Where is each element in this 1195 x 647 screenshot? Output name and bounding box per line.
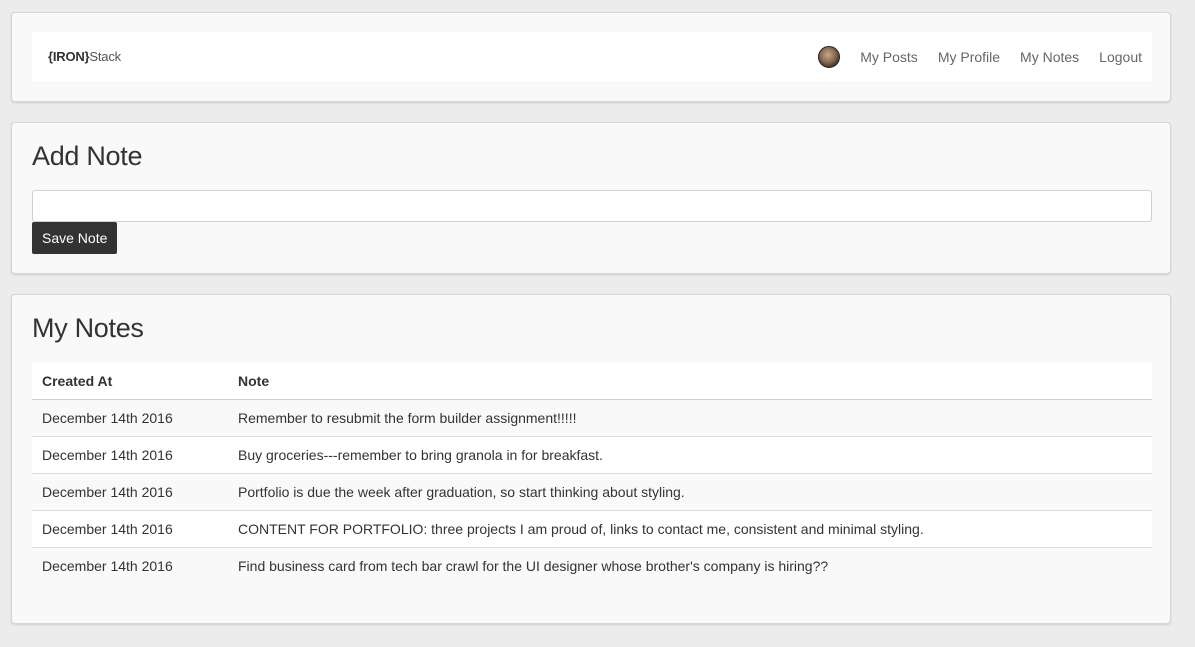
column-header-note: Note: [228, 362, 1152, 400]
note-cell: Remember to resubmit the form builder as…: [228, 399, 1152, 437]
nav-links: My Posts My Profile My Notes Logout: [818, 45, 1142, 68]
created-at-cell: December 14th 2016: [32, 473, 228, 511]
navbar-panel: {IRON}Stack My Posts My Profile My Notes…: [11, 12, 1171, 102]
created-at-cell: December 14th 2016: [32, 510, 228, 548]
notes-table: Created At Note December 14th 2016 Remem…: [32, 362, 1152, 584]
note-cell: Portfolio is due the week after graduati…: [228, 473, 1152, 511]
table-row: December 14th 2016 Find business card fr…: [32, 547, 1152, 584]
table-row: December 14th 2016 Buy groceries---remem…: [32, 436, 1152, 474]
note-cell: Buy groceries---remember to bring granol…: [228, 436, 1152, 474]
nav-my-posts[interactable]: My Posts: [860, 49, 918, 65]
table-row: December 14th 2016 Remember to resubmit …: [32, 399, 1152, 437]
note-cell: Find business card from tech bar crawl f…: [228, 547, 1152, 584]
nav-my-notes[interactable]: My Notes: [1020, 49, 1079, 65]
column-header-created-at: Created At: [32, 362, 228, 400]
brand-rest: Stack: [89, 49, 121, 64]
created-at-cell: December 14th 2016: [32, 399, 228, 437]
created-at-cell: December 14th 2016: [32, 436, 228, 474]
nav-logout[interactable]: Logout: [1099, 49, 1142, 65]
user-avatar-icon[interactable]: [818, 45, 841, 68]
add-note-title: Add Note: [32, 141, 143, 171]
created-at-cell: December 14th 2016: [32, 547, 228, 584]
table-header-row: Created At Note: [32, 362, 1152, 400]
add-note-panel: Add Note Save Note: [11, 122, 1171, 274]
note-input[interactable]: [32, 190, 1152, 222]
nav-my-profile[interactable]: My Profile: [938, 49, 1000, 65]
my-notes-panel: My Notes Created At Note December 14th 2…: [11, 294, 1171, 624]
save-note-button[interactable]: Save Note: [32, 222, 118, 254]
note-cell: CONTENT FOR PORTFOLIO: three projects I …: [228, 510, 1152, 548]
brand-bold: {IRON}: [48, 49, 90, 64]
table-row: December 14th 2016 Portfolio is due the …: [32, 473, 1152, 511]
table-row: December 14th 2016 CONTENT FOR PORTFOLIO…: [32, 510, 1152, 548]
brand-logo[interactable]: {IRON}Stack: [48, 49, 121, 64]
navbar: {IRON}Stack My Posts My Profile My Notes…: [32, 32, 1152, 81]
my-notes-title: My Notes: [32, 313, 144, 343]
